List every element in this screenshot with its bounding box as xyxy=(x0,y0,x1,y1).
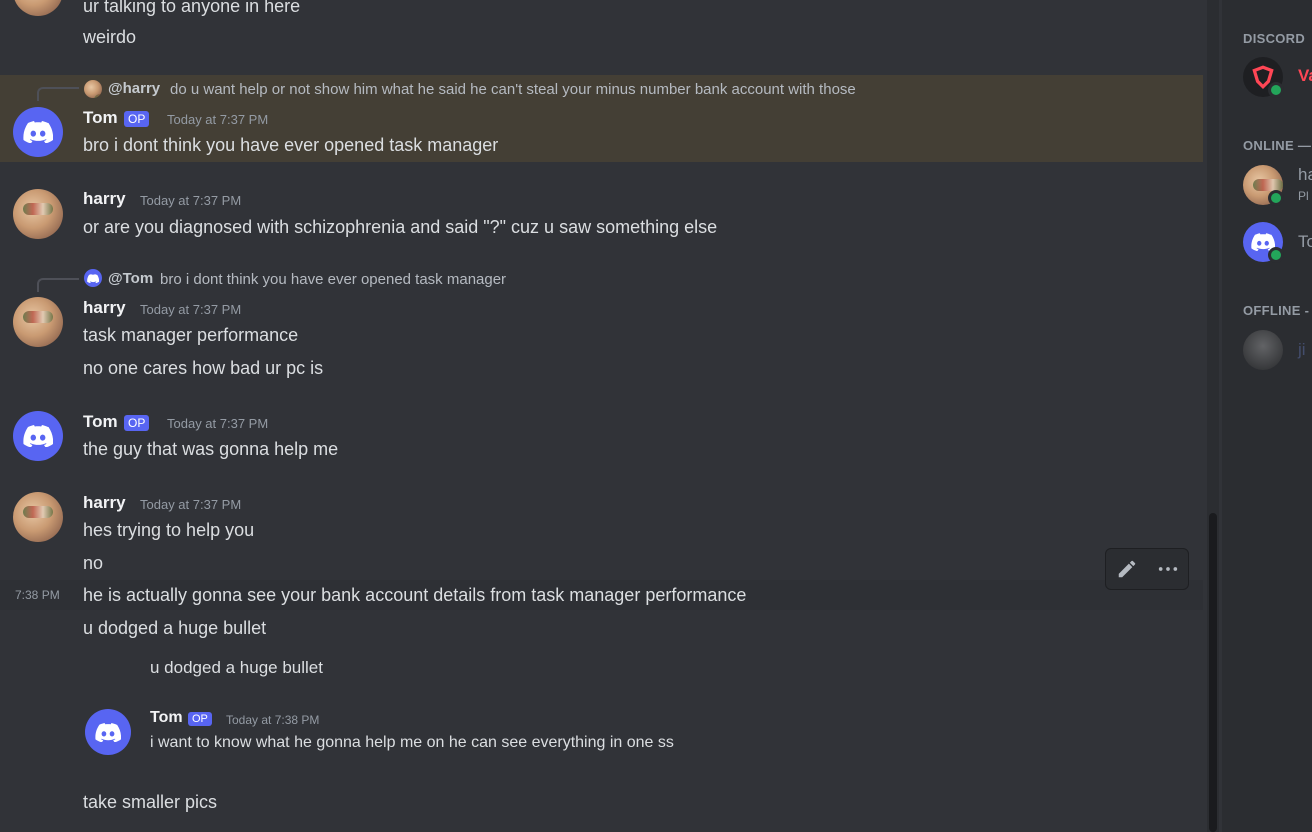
message-line: bro i dont think you have ever opened ta… xyxy=(83,135,499,155)
message-line: no one cares how bad ur pc is xyxy=(83,358,324,378)
quoted-line: u dodged a huge bullet xyxy=(150,658,323,677)
edit-button[interactable] xyxy=(1112,554,1142,584)
status-online-icon xyxy=(1268,82,1284,98)
avatar[interactable] xyxy=(13,492,63,542)
more-options-button[interactable] xyxy=(1153,554,1183,584)
section-header-online: ONLINE — xyxy=(1243,138,1312,153)
discord-logo-icon xyxy=(95,722,121,742)
timestamp[interactable]: Today at 7:37 PM xyxy=(140,193,241,208)
reply-preview[interactable]: bro i dont think you have ever opened ta… xyxy=(160,271,506,288)
reply-avatar[interactable] xyxy=(84,80,102,98)
reply-preview[interactable]: do u want help or not show him what he s… xyxy=(170,81,856,98)
member-activity: Pl xyxy=(1298,189,1309,203)
scrollbar-thumb[interactable] xyxy=(1209,513,1217,832)
timestamp[interactable]: Today at 7:37 PM xyxy=(140,302,241,317)
message-line: or are you diagnosed with schizophrenia … xyxy=(83,217,718,237)
author-name[interactable]: harry xyxy=(83,298,126,318)
message-line: no xyxy=(83,553,104,573)
message-line: task manager performance xyxy=(83,325,299,345)
member-name: ji xyxy=(1298,340,1306,359)
status-online-icon xyxy=(1268,247,1284,263)
message-line: the guy that was gonna help me xyxy=(83,439,339,459)
author-name[interactable]: harry xyxy=(83,189,126,209)
hover-timestamp[interactable]: 7:38 PM xyxy=(15,588,60,602)
pencil-icon xyxy=(1118,560,1135,578)
message-toolbar xyxy=(1105,548,1189,590)
member-name: Va xyxy=(1298,66,1312,85)
author-name[interactable]: Tom xyxy=(83,412,118,432)
timestamp: Today at 7:38 PM xyxy=(226,713,320,727)
avatar[interactable] xyxy=(13,411,63,461)
chat-area: ur talking to anyone in here weirdo @har… xyxy=(0,0,1203,832)
message-line: ur talking to anyone in here xyxy=(83,0,301,16)
discord-logo-icon xyxy=(23,121,53,143)
timestamp[interactable]: Today at 7:37 PM xyxy=(140,497,241,512)
reply-author[interactable]: @harry xyxy=(108,80,160,97)
section-header-offline: OFFLINE - xyxy=(1243,303,1310,318)
discord-logo-icon xyxy=(87,273,99,283)
discord-logo-icon xyxy=(23,425,53,447)
message-line: he is actually gonna see your bank accou… xyxy=(83,585,747,605)
more-dots-icon xyxy=(1158,567,1177,571)
status-online-icon xyxy=(1268,190,1284,206)
op-badge: OP xyxy=(124,415,150,431)
message-line: weirdo xyxy=(83,27,137,47)
op-badge: OP xyxy=(188,712,212,726)
message-line: take smaller pics xyxy=(83,792,218,812)
reply-connector xyxy=(37,278,79,292)
reply-avatar[interactable] xyxy=(84,269,102,287)
avatar xyxy=(1243,330,1283,370)
author-name: Tom xyxy=(150,709,183,726)
embedded-screenshot[interactable]: u dodged a huge bullet Tom OP Today at 7… xyxy=(83,645,783,770)
section-header-discord: DISCORD xyxy=(1243,31,1306,46)
member-list: DISCORD Va ONLINE — ha Pl To OFFLINE - j… xyxy=(1222,0,1312,832)
avatar[interactable] xyxy=(13,107,63,157)
avatar[interactable] xyxy=(13,0,63,16)
reply-author[interactable]: @Tom xyxy=(108,270,153,287)
embed-message: i want to know what he gonna help me on … xyxy=(150,734,674,751)
author-name[interactable]: Tom xyxy=(83,108,118,128)
message-line: u dodged a huge bullet xyxy=(83,618,267,638)
reply-connector xyxy=(37,87,79,101)
avatar xyxy=(85,709,131,755)
timestamp[interactable]: Today at 7:37 PM xyxy=(167,112,268,127)
op-badge: OP xyxy=(124,111,150,127)
avatar[interactable] xyxy=(13,297,63,347)
avatar[interactable] xyxy=(13,189,63,239)
member-name: To xyxy=(1298,232,1312,251)
member-name: ha xyxy=(1298,165,1312,184)
message-line: hes trying to help you xyxy=(83,520,255,540)
timestamp[interactable]: Today at 7:37 PM xyxy=(167,416,268,431)
author-name[interactable]: harry xyxy=(83,493,126,513)
